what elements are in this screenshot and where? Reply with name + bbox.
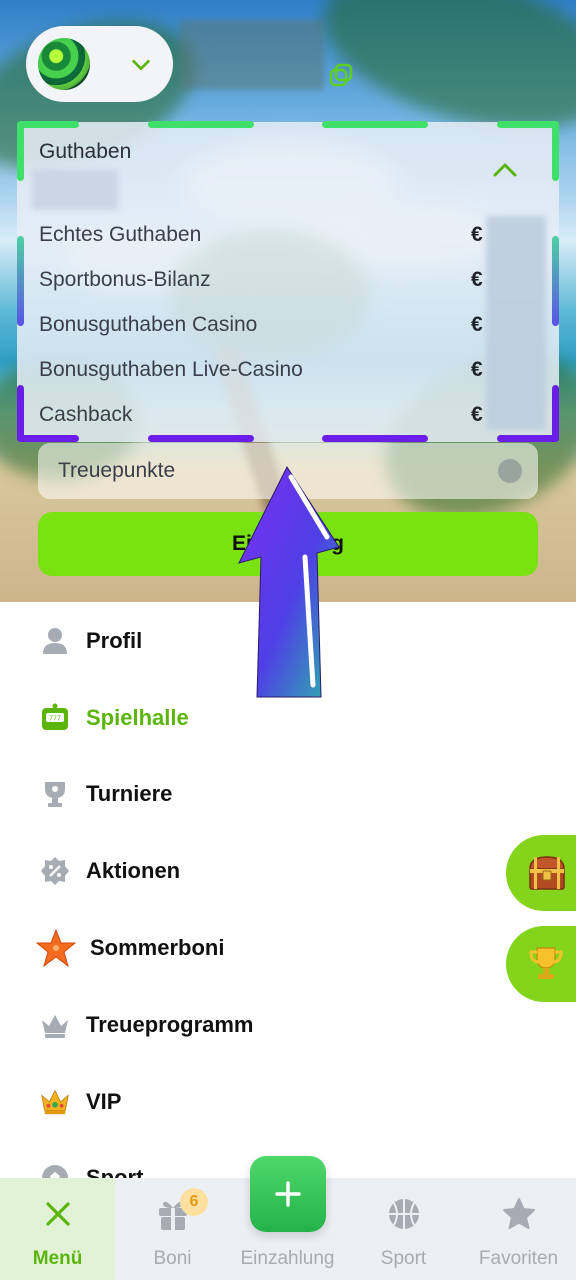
currency-symbol: € xyxy=(471,223,483,246)
gold-crown-icon xyxy=(40,1087,70,1117)
tab-favoriten[interactable]: Favoriten xyxy=(461,1178,576,1280)
menu-item-profil[interactable]: Profil xyxy=(40,621,142,661)
tab-label: Menü xyxy=(32,1248,83,1269)
menu-label: VIP xyxy=(86,1089,122,1114)
gold-trophy-icon xyxy=(529,947,563,979)
balance-title: Guthaben xyxy=(39,140,132,163)
tab-boni[interactable]: Boni xyxy=(115,1178,230,1280)
starfish-icon xyxy=(36,928,76,968)
total-balance-blurred xyxy=(32,170,118,210)
percent-badge-icon xyxy=(40,856,70,886)
balance-row-label: Bonusguthaben Casino xyxy=(39,313,258,336)
slot-machine-icon: 777 xyxy=(40,703,70,733)
menu-item-treueprogramm[interactable]: Treueprogramm xyxy=(40,1005,254,1045)
currency-symbol: € xyxy=(471,358,483,381)
crown-icon xyxy=(40,1010,70,1040)
close-icon xyxy=(45,1202,70,1226)
boni-count-badge: 6 xyxy=(180,1188,208,1216)
tutorial-arrow-icon xyxy=(238,465,340,698)
menu-label: Spielhalle xyxy=(86,705,189,730)
menu-item-aktionen[interactable]: Aktionen xyxy=(40,851,180,891)
chevron-up-icon[interactable] xyxy=(492,160,518,178)
treasure-chest-icon xyxy=(529,856,565,890)
menu-item-vip[interactable]: VIP xyxy=(40,1082,121,1122)
account-id-blurred xyxy=(180,20,324,90)
info-icon[interactable] xyxy=(498,459,522,483)
trophy-icon xyxy=(40,779,70,809)
currency-symbol: € xyxy=(471,313,483,336)
menu-label: Aktionen xyxy=(86,858,181,883)
menu-label: Profil xyxy=(86,628,143,653)
tab-menu[interactable]: Menü xyxy=(0,1178,115,1280)
treasure-chest-button[interactable] xyxy=(506,835,576,911)
tab-label: Einzahlung xyxy=(240,1248,335,1269)
trophy-button[interactable] xyxy=(506,926,576,1002)
menu-item-spielhalle[interactable]: 777 Spielhalle xyxy=(40,698,189,738)
balance-row-label: Bonusguthaben Live-Casino xyxy=(39,358,303,381)
copy-icon[interactable] xyxy=(328,62,354,88)
star-icon xyxy=(502,1198,535,1229)
balance-amounts-blurred xyxy=(486,216,546,430)
menu-label: Sommerboni xyxy=(90,935,225,960)
menu-label: Turniere xyxy=(86,781,173,806)
svg-text:777: 777 xyxy=(49,716,61,723)
balance-row-label: Sportbonus-Bilanz xyxy=(39,268,211,291)
menu-item-sommerboni[interactable]: Sommerboni xyxy=(36,928,224,968)
tab-sport[interactable]: Sport xyxy=(346,1178,461,1280)
planet-avatar xyxy=(38,38,90,90)
balance-row-label: Echtes Guthaben xyxy=(39,223,202,246)
plus-icon xyxy=(275,1181,301,1207)
currency-symbol: € xyxy=(471,403,483,426)
tab-label: Boni xyxy=(153,1248,192,1269)
balance-row-label: Cashback xyxy=(39,403,133,426)
account-switcher[interactable] xyxy=(26,26,173,102)
loyalty-points-label: Treuepunkte xyxy=(58,459,176,482)
deposit-fab-button[interactable] xyxy=(250,1156,326,1232)
currency-symbol: € xyxy=(471,268,483,291)
menu-item-turniere[interactable]: Turniere xyxy=(40,774,172,814)
menu-label: Treueprogramm xyxy=(86,1012,254,1037)
chevron-down-icon xyxy=(132,59,150,71)
tab-label: Sport xyxy=(380,1248,427,1269)
tab-label: Favoriten xyxy=(478,1248,559,1269)
user-icon xyxy=(40,626,70,656)
basketball-icon xyxy=(388,1199,419,1229)
